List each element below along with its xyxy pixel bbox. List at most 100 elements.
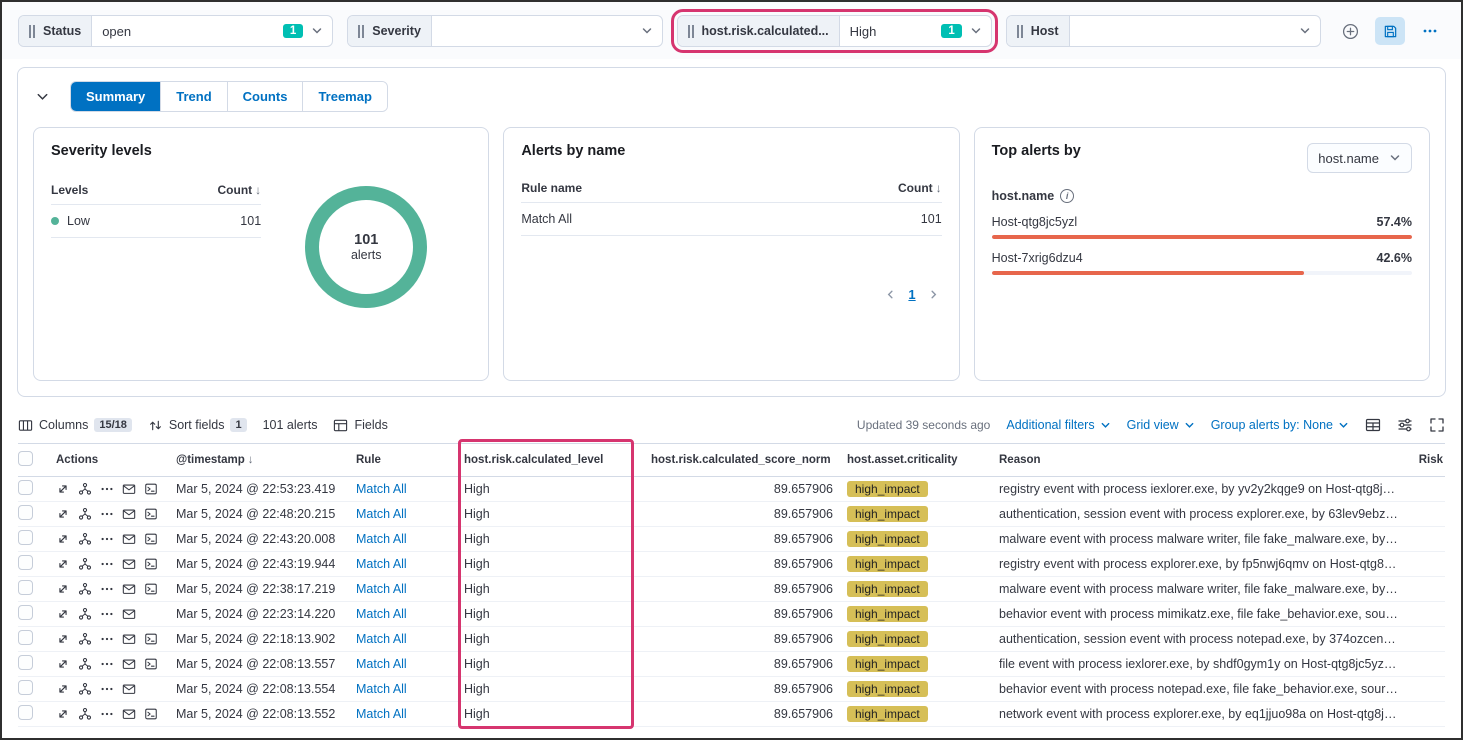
session-view-icon[interactable] xyxy=(144,482,158,496)
expand-alert-icon[interactable] xyxy=(56,657,70,671)
timeline-icon[interactable] xyxy=(122,482,136,496)
more-actions-icon[interactable] xyxy=(100,582,114,596)
grid-icon[interactable] xyxy=(1365,417,1381,433)
expand-alert-icon[interactable] xyxy=(56,507,70,521)
analyze-event-icon[interactable] xyxy=(78,657,92,671)
expand-alert-icon[interactable] xyxy=(56,532,70,546)
row-checkbox[interactable] xyxy=(18,630,33,645)
more-actions-icon[interactable] xyxy=(100,532,114,546)
analyze-event-icon[interactable] xyxy=(78,707,92,721)
drag-handle-icon[interactable] xyxy=(29,25,35,38)
info-icon[interactable]: i xyxy=(1060,189,1074,203)
timeline-icon[interactable] xyxy=(122,657,136,671)
session-view-icon[interactable] xyxy=(144,707,158,721)
save-controls-button[interactable] xyxy=(1375,17,1405,45)
expand-alert-icon[interactable] xyxy=(56,632,70,646)
rule-link[interactable]: Match All xyxy=(356,532,407,546)
timeline-icon[interactable] xyxy=(122,557,136,571)
analyze-event-icon[interactable] xyxy=(78,482,92,496)
session-view-icon[interactable] xyxy=(144,582,158,596)
page-number[interactable]: 1 xyxy=(908,287,915,302)
controls-icon[interactable] xyxy=(1397,417,1413,433)
risk-column-header[interactable]: Risk xyxy=(1407,444,1445,477)
fields-button[interactable]: Fields xyxy=(333,418,387,433)
risk-level-column-header[interactable]: host.risk.calculated_level xyxy=(464,444,651,477)
timestamp-column-header[interactable]: @timestamp↓ xyxy=(176,444,356,477)
group-alerts-by-button[interactable]: Group alerts by: None xyxy=(1211,418,1349,432)
expand-alert-icon[interactable] xyxy=(56,707,70,721)
more-actions-icon[interactable] xyxy=(100,507,114,521)
chevron-down-icon[interactable] xyxy=(311,25,323,37)
timeline-icon[interactable] xyxy=(122,507,136,521)
expand-alert-icon[interactable] xyxy=(56,582,70,596)
timeline-icon[interactable] xyxy=(122,707,136,721)
tab-trend[interactable]: Trend xyxy=(160,82,226,111)
filter-status[interactable]: Status open 1 xyxy=(18,15,333,47)
analyze-event-icon[interactable] xyxy=(78,632,92,646)
timeline-icon[interactable] xyxy=(122,582,136,596)
expand-alert-icon[interactable] xyxy=(56,682,70,696)
tab-summary[interactable]: Summary xyxy=(71,82,160,111)
more-actions-icon[interactable] xyxy=(100,657,114,671)
row-checkbox[interactable] xyxy=(18,580,33,595)
expand-alert-icon[interactable] xyxy=(56,482,70,496)
rule-column-header[interactable]: Rule xyxy=(356,444,464,477)
timeline-icon[interactable] xyxy=(122,607,136,621)
rule-link[interactable]: Match All xyxy=(356,682,407,696)
count-column-header[interactable]: Count↓ xyxy=(150,175,261,205)
timeline-icon[interactable] xyxy=(122,682,136,696)
analyze-event-icon[interactable] xyxy=(78,582,92,596)
rule-link[interactable]: Match All xyxy=(356,507,407,521)
add-control-button[interactable] xyxy=(1335,17,1365,45)
rule-link[interactable]: Match All xyxy=(356,632,407,646)
more-actions-icon[interactable] xyxy=(100,482,114,496)
next-page-icon[interactable] xyxy=(928,289,939,300)
more-actions-icon[interactable] xyxy=(100,682,114,696)
session-view-icon[interactable] xyxy=(144,507,158,521)
rule-link[interactable]: Match All xyxy=(356,557,407,571)
grid-view-button[interactable]: Grid view xyxy=(1127,418,1195,432)
analyze-event-icon[interactable] xyxy=(78,532,92,546)
more-options-icon[interactable] xyxy=(1415,17,1445,45)
analyze-event-icon[interactable] xyxy=(78,607,92,621)
filter-host-risk-level[interactable]: host.risk.calculated... High 1 xyxy=(677,15,992,47)
analyze-event-icon[interactable] xyxy=(78,507,92,521)
additional-filters-button[interactable]: Additional filters xyxy=(1006,418,1110,432)
expand-alert-icon[interactable] xyxy=(56,557,70,571)
analyze-event-icon[interactable] xyxy=(78,557,92,571)
more-actions-icon[interactable] xyxy=(100,707,114,721)
risk-score-column-header[interactable]: host.risk.calculated_score_norm xyxy=(651,444,847,477)
analyze-event-icon[interactable] xyxy=(78,682,92,696)
criticality-column-header[interactable]: host.asset.criticality xyxy=(847,444,999,477)
chevron-down-icon[interactable] xyxy=(970,25,982,37)
timeline-icon[interactable] xyxy=(122,532,136,546)
select-all-checkbox[interactable] xyxy=(18,451,33,466)
tab-counts[interactable]: Counts xyxy=(227,82,303,111)
more-actions-icon[interactable] xyxy=(100,632,114,646)
tab-treemap[interactable]: Treemap xyxy=(302,82,386,111)
row-checkbox[interactable] xyxy=(18,605,33,620)
rule-link[interactable]: Match All xyxy=(356,582,407,596)
drag-handle-icon[interactable] xyxy=(1017,25,1023,38)
more-actions-icon[interactable] xyxy=(100,607,114,621)
previous-page-icon[interactable] xyxy=(885,289,896,300)
expand-alert-icon[interactable] xyxy=(56,607,70,621)
session-view-icon[interactable] xyxy=(144,657,158,671)
count-column-header[interactable]: Count↓ xyxy=(766,173,942,203)
filter-severity[interactable]: Severity xyxy=(347,15,662,47)
sort-fields-button[interactable]: Sort fields 1 xyxy=(148,418,247,433)
rule-link[interactable]: Match All xyxy=(356,607,407,621)
session-view-icon[interactable] xyxy=(144,632,158,646)
row-checkbox[interactable] xyxy=(18,505,33,520)
more-actions-icon[interactable] xyxy=(100,557,114,571)
timeline-icon[interactable] xyxy=(122,632,136,646)
columns-button[interactable]: Columns 15/18 xyxy=(18,418,132,433)
top-alerts-field-select[interactable]: host.name xyxy=(1307,143,1412,173)
rule-link[interactable]: Match All xyxy=(356,482,407,496)
collapse-panel-icon[interactable] xyxy=(33,87,52,106)
rule-link[interactable]: Match All xyxy=(356,707,407,721)
chevron-down-icon[interactable] xyxy=(641,25,653,37)
filter-host[interactable]: Host xyxy=(1006,15,1321,47)
rule-link[interactable]: Match All xyxy=(356,657,407,671)
session-view-icon[interactable] xyxy=(144,557,158,571)
